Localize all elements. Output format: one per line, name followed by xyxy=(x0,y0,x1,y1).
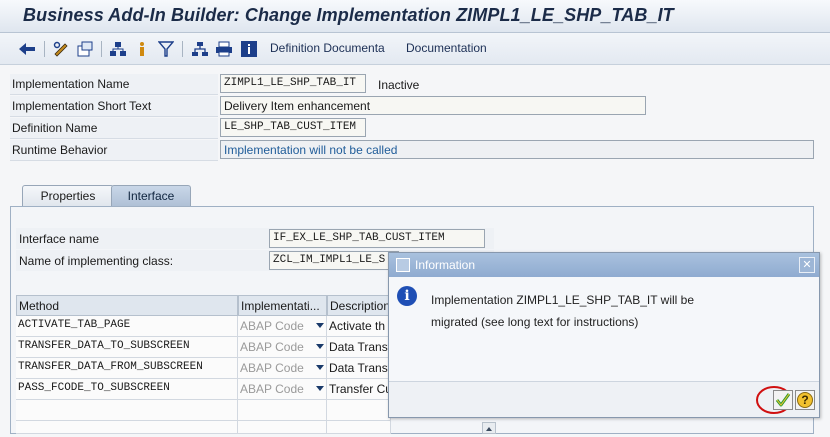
printer-icon[interactable] xyxy=(214,39,234,59)
column-header-description[interactable]: Description xyxy=(327,295,391,316)
checkmark-icon xyxy=(775,393,791,407)
table-row-desc: Data Transf xyxy=(327,358,391,379)
table-row-method[interactable]: TRANSFER_DATA_FROM_SUBSCREEN xyxy=(16,358,238,379)
dialog-message-line: migrated (see long text for instructions… xyxy=(431,315,639,329)
table-row-desc: Activate th xyxy=(327,316,391,337)
table-row-method[interactable]: ACTIVATE_TAB_PAGE xyxy=(16,316,238,337)
close-icon[interactable]: ✕ xyxy=(799,257,815,273)
runtime-behavior-row: Runtime Behavior Implementation will not… xyxy=(10,140,820,161)
short-text-field[interactable]: Delivery Item enhancement xyxy=(220,96,646,115)
table-row-method[interactable]: TRANSFER_DATA_TO_SUBSCREEN xyxy=(16,337,238,358)
short-text-row: Implementation Short Text Delivery Item … xyxy=(10,96,820,117)
dialog-title: Information xyxy=(415,258,476,272)
dialog-message: Implementation ZIMPL1_LE_SHP_TAB_IT will… xyxy=(431,289,801,333)
runtime-behavior-field: Implementation will not be called xyxy=(220,140,814,159)
back-arrow-icon[interactable] xyxy=(16,39,38,59)
short-text-label: Implementation Short Text xyxy=(10,96,218,117)
tree-icon[interactable] xyxy=(190,39,210,59)
edit-pencil-icon[interactable] xyxy=(51,39,71,59)
impl-name-row: Implementation Name ZIMPL1_LE_SHP_TAB_IT… xyxy=(10,74,820,95)
implementing-class-field[interactable]: ZCL_IM_IMPL1_LE_S xyxy=(269,251,399,270)
runtime-behavior-label: Runtime Behavior xyxy=(10,140,218,161)
information-icon[interactable] xyxy=(239,39,259,59)
toolbar-separator xyxy=(44,41,45,57)
confirm-button[interactable] xyxy=(773,390,793,410)
dialog-window-icon xyxy=(396,258,410,272)
table-row-empty[interactable] xyxy=(327,421,391,434)
table-cell-impl-text: ABAP Code xyxy=(240,319,304,333)
interface-name-row: Interface name IF_EX_LE_SHP_TAB_CUST_ITE… xyxy=(16,228,494,249)
dialog-footer: ? xyxy=(389,381,819,417)
table-row-impl[interactable]: ABAP Code xyxy=(238,337,327,358)
dialog-message-line: Implementation ZIMPL1_LE_SHP_TAB_IT will… xyxy=(431,293,695,307)
tab-properties[interactable]: Properties xyxy=(22,185,114,207)
table-cell-impl-text: ABAP Code xyxy=(240,382,304,396)
table-row-desc: Transfer Cu xyxy=(327,379,391,400)
help-icon: ? xyxy=(797,392,813,408)
table-row-empty[interactable] xyxy=(238,400,327,421)
impl-name-field[interactable]: ZIMPL1_LE_SHP_TAB_IT xyxy=(220,74,366,93)
column-header-method[interactable]: Method xyxy=(16,295,238,316)
filter-icon[interactable] xyxy=(157,39,175,59)
table-row-method[interactable]: PASS_FCODE_TO_SUBSCREEN xyxy=(16,379,238,400)
info-person-icon[interactable] xyxy=(133,39,151,59)
application-toolbar: Definition Documenta Documentation xyxy=(0,33,830,65)
definition-name-field[interactable]: LE_SHP_TAB_CUST_ITEM xyxy=(220,118,366,137)
window-title: Business Add-In Builder: Change Implemen… xyxy=(23,5,674,25)
table-cell-impl-text: ABAP Code xyxy=(240,361,304,375)
table-cell-impl-text: ABAP Code xyxy=(240,340,304,354)
documentation-link[interactable]: Documentation xyxy=(406,41,487,55)
interface-name-label: Interface name xyxy=(19,232,100,246)
scroll-up-button[interactable] xyxy=(482,422,496,434)
definition-documentation-link[interactable]: Definition Documenta xyxy=(270,41,385,55)
dropdown-arrow-icon[interactable] xyxy=(316,344,324,349)
impl-status-text: Inactive xyxy=(378,78,420,92)
column-header-implementation[interactable]: Implementati... xyxy=(238,295,327,316)
dropdown-arrow-icon[interactable] xyxy=(316,365,324,370)
title-bar: Business Add-In Builder: Change Implemen… xyxy=(0,0,830,33)
table-row-impl[interactable]: ABAP Code xyxy=(238,379,327,400)
definition-name-row: Definition Name LE_SHP_TAB_CUST_ITEM xyxy=(10,118,820,139)
table-row-impl[interactable]: ABAP Code xyxy=(238,358,327,379)
tab-interface[interactable]: Interface xyxy=(111,185,191,207)
toolbar-separator xyxy=(101,41,102,57)
information-dialog: Information ✕ i Implementation ZIMPL1_LE… xyxy=(388,252,820,418)
toolbar-separator xyxy=(182,41,183,57)
table-row-empty[interactable] xyxy=(238,421,327,434)
table-row-empty[interactable] xyxy=(327,400,391,421)
implementing-class-label: Name of implementing class: xyxy=(19,254,174,268)
dropdown-arrow-icon[interactable] xyxy=(316,386,324,391)
table-row-empty[interactable] xyxy=(16,421,238,434)
interface-name-field[interactable]: IF_EX_LE_SHP_TAB_CUST_ITEM xyxy=(269,229,485,248)
change-display-icon[interactable] xyxy=(75,39,95,59)
table-row-empty[interactable] xyxy=(16,400,238,421)
hierarchy-icon[interactable] xyxy=(108,39,128,59)
definition-name-label: Definition Name xyxy=(10,118,218,139)
help-button[interactable]: ? xyxy=(795,390,815,410)
impl-name-label: Implementation Name xyxy=(10,74,218,95)
dialog-title-bar[interactable]: Information ✕ xyxy=(389,253,819,277)
table-row-desc: Data Transf xyxy=(327,337,391,358)
info-icon: i xyxy=(397,286,417,306)
table-row-impl[interactable]: ABAP Code xyxy=(238,316,327,337)
dropdown-arrow-icon[interactable] xyxy=(316,323,324,328)
